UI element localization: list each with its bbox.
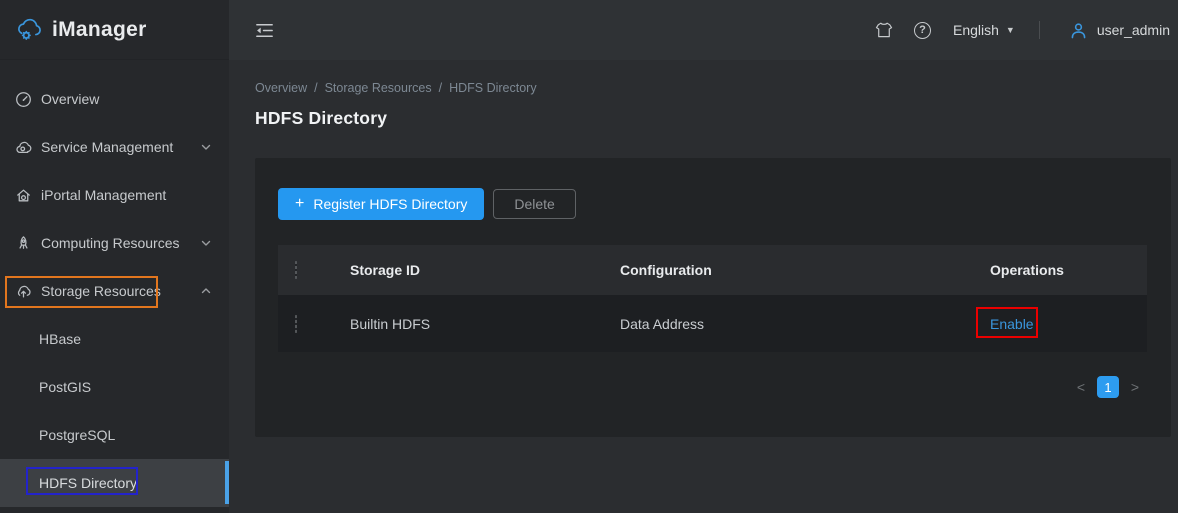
sidebar-item-service-management[interactable]: Service Management <box>0 123 229 171</box>
help-glyph: ? <box>919 24 926 36</box>
app-title: iManager <box>52 18 147 42</box>
sidebar-item-label: HDFS Directory <box>39 475 137 491</box>
theme-tshirt-icon[interactable] <box>874 20 894 40</box>
breadcrumb-separator: / <box>314 81 317 95</box>
breadcrumb-item-hdfs-directory: HDFS Directory <box>449 81 537 95</box>
caret-down-icon: ▼ <box>1006 25 1015 35</box>
table-row: Builtin HDFS Data Address Enable <box>278 295 1147 352</box>
main-content: Overview / Storage Resources / HDFS Dire… <box>229 60 1178 513</box>
sidebar-item-storage-resources[interactable]: Storage Resources <box>0 267 229 315</box>
sidebar: iManager Overview Service Manage <box>0 0 229 513</box>
pagination-prev-icon[interactable]: < <box>1074 379 1088 395</box>
sidebar-item-postgresql[interactable]: PostgreSQL <box>0 411 229 459</box>
breadcrumb-separator: / <box>439 81 442 95</box>
sidebar-item-label: PostGIS <box>39 379 91 395</box>
pagination-next-icon[interactable]: > <box>1128 379 1142 395</box>
chevron-up-icon <box>200 285 212 297</box>
register-button-label: Register HDFS Directory <box>313 196 467 212</box>
menu-fold-icon[interactable] <box>254 20 275 41</box>
hdfs-directory-panel: + Register HDFS Directory Delete Storage… <box>255 158 1171 437</box>
sidebar-item-label: Service Management <box>41 139 173 155</box>
sidebar-item-label: iPortal Management <box>41 187 166 203</box>
sidebar-item-hdfs-directory[interactable]: HDFS Directory <box>0 459 229 507</box>
delete-button[interactable]: Delete <box>493 189 575 219</box>
sidebar-item-postgis[interactable]: PostGIS <box>0 363 229 411</box>
breadcrumb-item-storage-resources[interactable]: Storage Resources <box>325 81 432 95</box>
app-logo: iManager <box>0 0 229 60</box>
column-header-configuration: Configuration <box>620 262 990 278</box>
toolbar: + Register HDFS Directory Delete <box>255 158 1171 220</box>
help-icon[interactable]: ? <box>914 22 931 39</box>
column-header-operations: Operations <box>990 262 1147 278</box>
sidebar-item-label: HBase <box>39 331 81 347</box>
configuration-cell: Data Address <box>620 316 990 332</box>
register-hdfs-directory-button[interactable]: + Register HDFS Directory <box>278 188 484 220</box>
sidebar-item-label: Overview <box>41 91 99 107</box>
cloud-upload-icon <box>15 283 32 300</box>
language-label: English <box>953 22 999 38</box>
topbar-divider <box>1039 21 1040 39</box>
breadcrumb-item-overview[interactable]: Overview <box>255 81 307 95</box>
sidebar-item-label: Computing Resources <box>41 235 180 251</box>
sidebar-item-overview[interactable]: Overview <box>0 75 229 123</box>
column-header-storage-id: Storage ID <box>350 262 620 278</box>
gauge-icon <box>15 91 32 108</box>
table-header-row: Storage ID Configuration Operations <box>278 245 1147 295</box>
select-all-checkbox[interactable] <box>295 261 297 279</box>
rocket-icon <box>15 235 32 252</box>
topbar-right-group: ? English ▼ user_admin <box>874 20 1178 40</box>
language-switcher[interactable]: English ▼ <box>953 22 1015 38</box>
user-icon <box>1069 21 1088 40</box>
chevron-down-icon <box>200 237 212 249</box>
plus-icon: + <box>295 195 304 213</box>
page-title: HDFS Directory <box>229 95 1178 129</box>
portal-home-icon <box>15 187 32 204</box>
storage-id-cell: Builtin HDFS <box>350 316 620 332</box>
pagination-page-1[interactable]: 1 <box>1097 376 1119 398</box>
storage-table: Storage ID Configuration Operations Buil… <box>278 245 1147 352</box>
sidebar-item-computing-resources[interactable]: Computing Resources <box>0 219 229 267</box>
cloud-service-icon <box>15 139 32 156</box>
sidebar-item-iportal-management[interactable]: iPortal Management <box>0 171 229 219</box>
sidebar-item-hbase[interactable]: HBase <box>0 315 229 363</box>
row-checkbox[interactable] <box>295 315 297 333</box>
username: user_admin <box>1097 22 1170 38</box>
enable-link[interactable]: Enable <box>990 316 1034 332</box>
topbar: ? English ▼ user_admin <box>229 0 1178 60</box>
cloud-gear-logo-icon <box>13 16 43 43</box>
chevron-down-icon <box>200 141 212 153</box>
sidebar-item-label: PostgreSQL <box>39 427 115 443</box>
sidebar-nav: Overview Service Management <box>0 75 229 507</box>
breadcrumb: Overview / Storage Resources / HDFS Dire… <box>229 60 1178 95</box>
imanager-app: iManager Overview Service Manage <box>0 0 1178 513</box>
pagination: < 1 > <box>255 376 1171 398</box>
sidebar-item-label: Storage Resources <box>41 283 161 299</box>
user-menu[interactable]: user_admin <box>1069 21 1170 40</box>
